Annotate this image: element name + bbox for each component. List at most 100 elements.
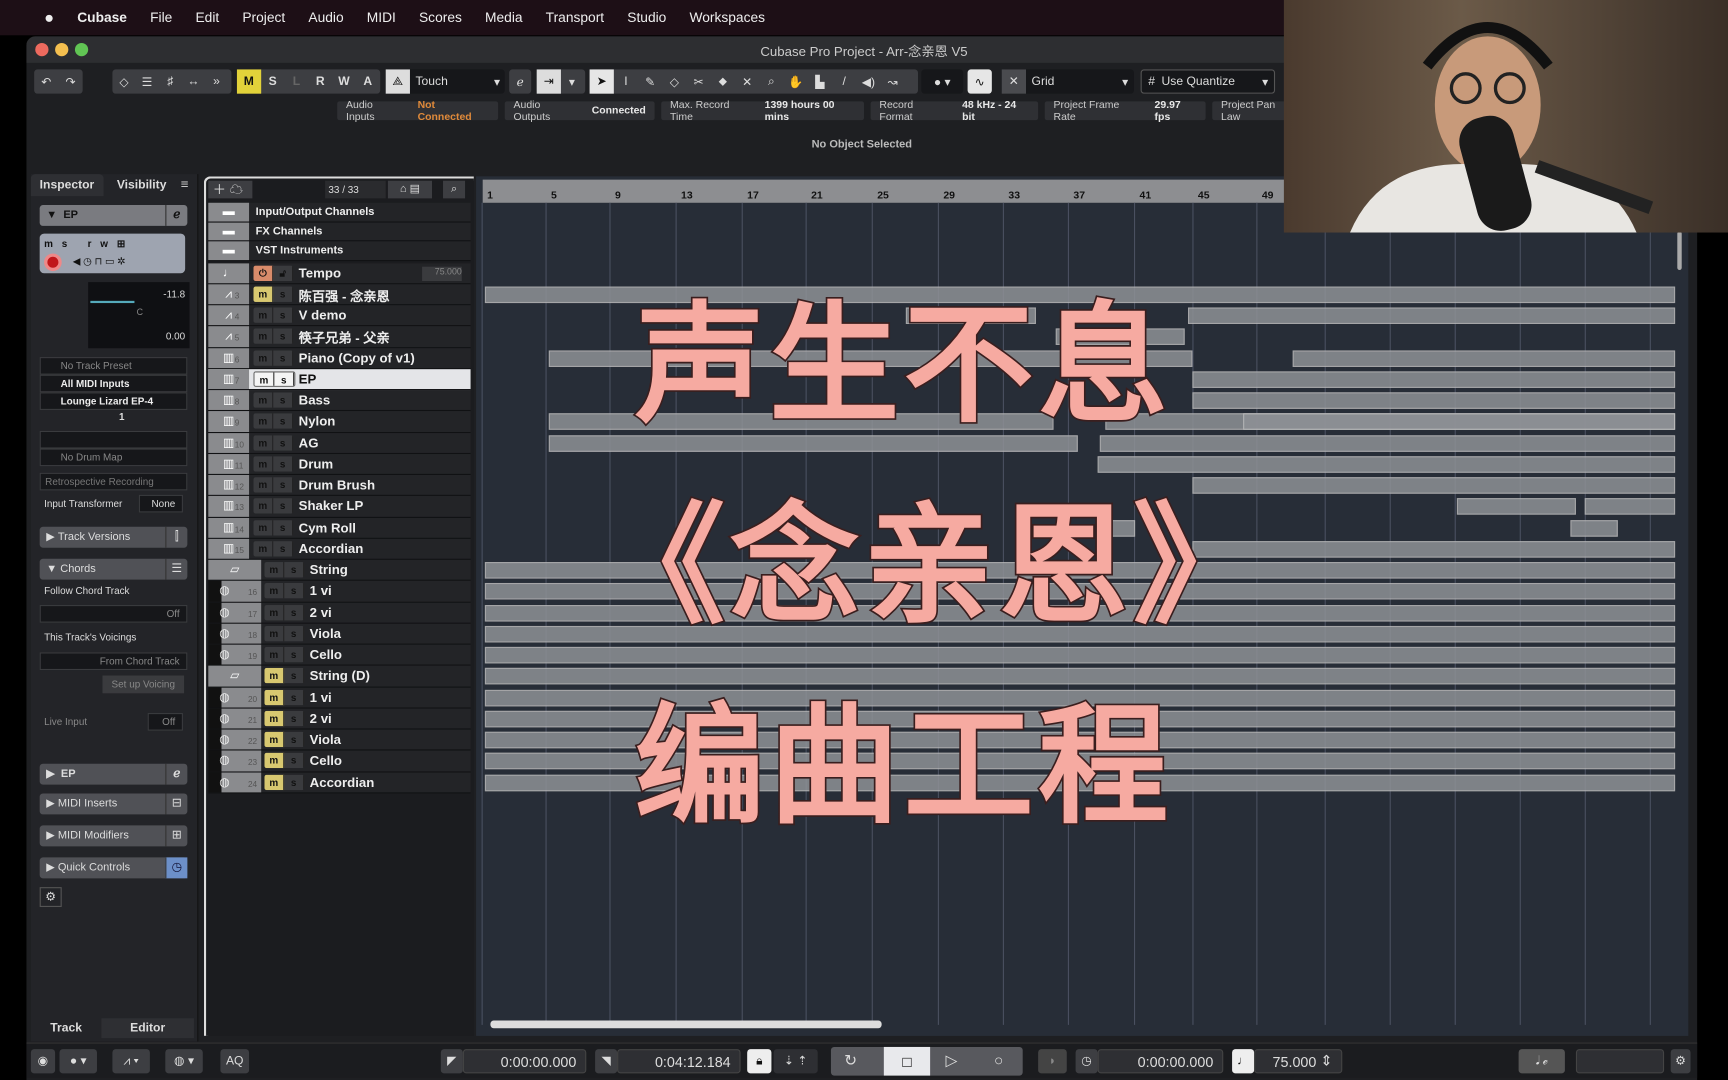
mute-button[interactable]: m	[264, 731, 285, 748]
comp-tool-icon[interactable]: ▙	[808, 74, 832, 88]
mute-button[interactable]: m	[264, 668, 285, 684]
track-row[interactable]: ◍ 20 m s 1 vi	[208, 687, 471, 709]
auto-suspend-icon[interactable]: ℯ	[509, 69, 532, 94]
right-locator-time[interactable]: 0:04:12.184	[617, 1049, 741, 1074]
delay-value[interactable]: 0.00	[166, 331, 185, 342]
solo-button[interactable]: s	[284, 583, 305, 599]
mute-button[interactable]: m	[253, 455, 274, 472]
tempo-power-button[interactable]: ⏻	[253, 265, 274, 281]
solo-button[interactable]: s	[273, 413, 294, 429]
tempo-value[interactable]: 75.000	[422, 266, 462, 281]
solo-button[interactable]: s	[274, 372, 295, 386]
status-audio-inputs[interactable]: Audio Inputs Not Connected	[337, 99, 499, 123]
drum-map-select[interactable]: No Drum Map	[39, 448, 188, 467]
snap-toggle-icon[interactable]: ∿	[967, 69, 992, 94]
undo-icon[interactable]: ↶	[34, 74, 58, 88]
marker-display[interactable]	[1575, 1049, 1665, 1074]
color-menu[interactable]: ● ▾	[921, 69, 964, 94]
mute-solo-buttons[interactable]: ms rw⊞	[44, 238, 134, 250]
solo-button[interactable]: s	[273, 328, 294, 345]
event-part[interactable]	[1192, 392, 1676, 409]
solo-button[interactable]: s	[284, 646, 305, 663]
retrospective-recording[interactable]: Retrospective Recording	[39, 472, 188, 491]
mute-button[interactable]: m	[253, 392, 274, 408]
menu-app[interactable]: Cubase	[77, 10, 127, 25]
state-button-m[interactable]: M	[236, 69, 261, 94]
status-audio-outputs[interactable]: Audio Outputs Connected	[504, 99, 655, 123]
solo-button[interactable]: s	[284, 731, 305, 748]
solo-button[interactable]: s	[284, 774, 305, 790]
chords-icon[interactable]: ☰	[165, 558, 187, 580]
versions-icon[interactable]: ⫿	[165, 526, 187, 548]
line-tool-icon[interactable]: /	[832, 75, 856, 88]
volume-slider[interactable]	[90, 300, 135, 304]
inserts-icon[interactable]: ⊟	[165, 793, 187, 815]
track-row[interactable]: ♩ ⏻ 🔓︎ Tempo 75.000	[208, 262, 471, 285]
mute-button[interactable]: m	[253, 519, 274, 536]
section-chords[interactable]: ▼ Chords ☰	[39, 558, 188, 580]
pencil-tool-icon[interactable]: ✎	[638, 74, 662, 88]
solo-button[interactable]: s	[284, 562, 305, 578]
auto-quantize-button[interactable]: AQ	[220, 1049, 250, 1074]
solo-button[interactable]: s	[273, 434, 294, 451]
mute-button[interactable]: m	[253, 307, 274, 323]
section-midi-modifiers[interactable]: ▶ MIDI Modifiers ⊞	[39, 825, 188, 847]
redo-icon[interactable]: ↷	[58, 74, 82, 88]
punch-icons[interactable]: ⇣ ⇡	[773, 1049, 818, 1074]
menu-edit[interactable]: Edit	[195, 10, 219, 25]
mute-button[interactable]: m	[264, 562, 285, 578]
menu-transport[interactable]: Transport	[546, 10, 604, 25]
event-part[interactable]	[1570, 519, 1618, 537]
menu-midi[interactable]: MIDI	[367, 10, 396, 25]
tab-inspector[interactable]: Inspector	[30, 174, 104, 197]
section-quick-controls[interactable]: ▶ Quick Controls ◷	[39, 857, 188, 879]
mute-button[interactable]: m	[264, 752, 285, 769]
edit-instrument-icon[interactable]: ℯ	[165, 204, 187, 226]
mute-button[interactable]: m	[264, 604, 285, 620]
quantize-select[interactable]: # Use Quantize ▾	[1140, 69, 1276, 94]
play-button[interactable]: ▷	[946, 1051, 958, 1070]
track-row[interactable]: ▥ 11 m s Drum	[208, 453, 471, 475]
section-track-versions[interactable]: ▶ Track Versions ⫿	[39, 526, 188, 548]
lock-icon[interactable]: 🔒︎	[747, 1049, 772, 1074]
mute-button[interactable]: m	[253, 498, 274, 514]
track-row[interactable]: ▥ 12 m s Drum Brush	[208, 474, 471, 497]
solo-button[interactable]: s	[273, 349, 294, 366]
mute-button[interactable]: m	[253, 328, 274, 345]
solo-button[interactable]: s	[273, 477, 294, 493]
inspector-track-header[interactable]: ▼ EP ℯ	[39, 204, 188, 226]
warp-tool-icon[interactable]: ↝	[881, 74, 905, 88]
cycle-icon[interactable]: ↻	[844, 1051, 857, 1070]
record-mode-select[interactable]: ● ▾	[59, 1049, 97, 1074]
event-part[interactable]	[1456, 498, 1576, 515]
zoom-tool-icon[interactable]: ⌕	[759, 74, 783, 88]
search-icon[interactable]: ⌕	[443, 180, 466, 199]
setup-voicing-button[interactable]: Set up Voicing	[102, 675, 185, 694]
midi-channel[interactable]: 1	[119, 411, 125, 422]
state-button-a[interactable]: A	[356, 75, 380, 88]
voicings-select[interactable]: From Chord Track	[39, 652, 188, 671]
solo-button[interactable]: s	[273, 498, 294, 514]
tab-visibility[interactable]: Visibility	[117, 174, 167, 196]
transport-settings-icon[interactable]: ⚙	[1670, 1049, 1691, 1074]
solo-button[interactable]: s	[273, 307, 294, 323]
event-part[interactable]	[1292, 349, 1676, 367]
vertical-scrollbar[interactable]	[1677, 231, 1682, 270]
track-row[interactable]: ▱ m s String	[208, 559, 471, 582]
nudge-icon[interactable]: ↔	[182, 75, 205, 88]
add-track-button[interactable]: ＋ ☁	[208, 180, 253, 199]
track-row[interactable]: ▱ m s String (D)	[208, 665, 471, 688]
mute-button[interactable]: m	[253, 540, 274, 557]
menu-workspaces[interactable]: Workspaces	[689, 10, 765, 25]
hand-tool-icon[interactable]: ✋	[784, 74, 808, 88]
menu-icon[interactable]: ≡	[181, 176, 189, 191]
menu-audio[interactable]: Audio	[308, 10, 343, 25]
pan-value[interactable]: C	[137, 307, 143, 317]
status-project-pan-law[interactable]: Project Pan Law	[1212, 99, 1290, 123]
glue-tool-icon[interactable]: ⬥	[711, 74, 735, 88]
midi-record-mode-select[interactable]: ◍ ▾	[165, 1049, 203, 1074]
menu-studio[interactable]: Studio	[627, 10, 666, 25]
track-row[interactable]: ◍ 17 m s 2 vi	[208, 602, 471, 624]
solo-button[interactable]: s	[273, 455, 294, 472]
activity-icon[interactable]: ◉	[30, 1049, 56, 1074]
